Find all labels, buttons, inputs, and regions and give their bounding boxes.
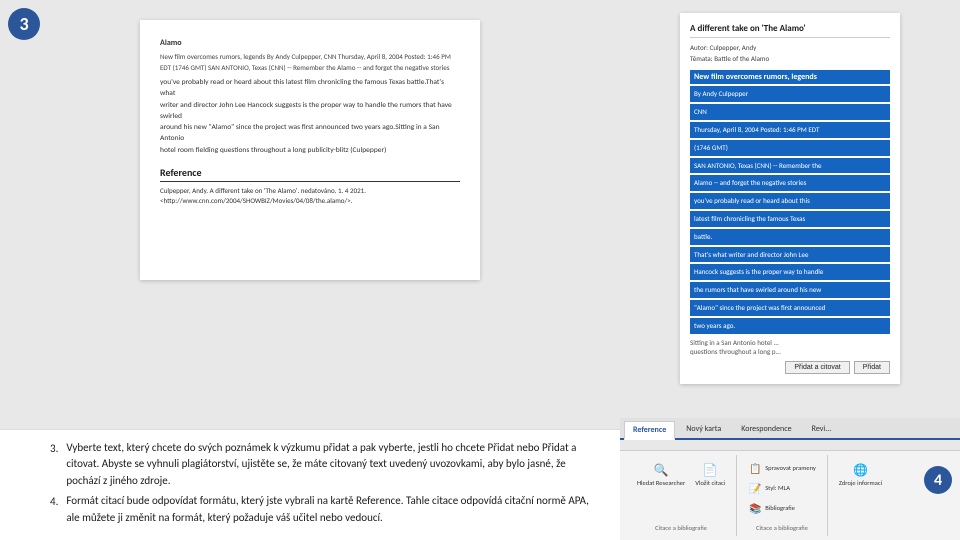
body-highlight9: "Alamo" since the project was first anno…: [690, 300, 890, 316]
source-card-title: A different take on 'The Alamo': [690, 23, 890, 38]
bibliografie-btn[interactable]: 📚 Bibliografie: [745, 499, 798, 517]
doc-body: you've probably read or heard about this…: [160, 77, 460, 156]
insert-citation-icon: 📄: [700, 461, 720, 479]
body-highlight6: That's what writer and director John Lee: [690, 247, 890, 263]
styl-btn[interactable]: 📝 Styl: MLA: [745, 479, 793, 497]
article-preview: New film overcomes rumors, legends By An…: [690, 70, 890, 374]
right-panel: A different take on 'The Alamo' Autor: C…: [620, 0, 960, 540]
body-highlight10: two years ago.: [690, 318, 890, 334]
hledat-btn[interactable]: 🔍 Hledat Researcher: [634, 459, 688, 489]
group1-label: Citace a bibliografie: [655, 524, 707, 532]
ribbon-group1: 🔍 Hledat Researcher 📄 Vložit citaci Cita…: [626, 455, 737, 536]
doc-title: Alamo: [160, 38, 460, 49]
tab-nova-karta[interactable]: Nový karta: [677, 420, 730, 438]
body-highlight7: Hancock suggests is the proper way to ha…: [690, 264, 890, 280]
reference-section: Reference Culpepper, Andy. A different t…: [160, 166, 460, 207]
left-panel: 3 Alamo New film overcomes rumors, legen…: [0, 0, 620, 540]
body-highlight3: you've probably read or heard about this: [690, 193, 890, 209]
byline-highlight1: By Andy Culpepper: [690, 86, 890, 102]
ribbon-group2: 📋 Spravovat prameny 📝 Styl: MLA 📚 Biblio…: [737, 455, 828, 536]
vlozit-btn[interactable]: 📄 Vložit citaci: [692, 459, 728, 489]
byline-highlight4: (1746 GMT): [690, 140, 890, 156]
item4-text: Formát citací bude odpovídat formátu, kt…: [66, 493, 600, 526]
sources-info-icon: 🌐: [850, 461, 870, 479]
instructions-area: 3. Vyberte text, který chcete do svých p…: [0, 429, 620, 540]
reference-heading: Reference: [160, 166, 460, 182]
group2-label: Citace a bibliografie: [756, 524, 808, 532]
item3-num: 3.: [50, 440, 58, 490]
zdroje-btn[interactable]: 🌐 Zdroje informací: [836, 459, 885, 489]
add-cite-button[interactable]: Přidat a citovat: [785, 361, 849, 374]
bibliography-icon: 📚: [748, 501, 762, 515]
byline-highlight2: CNN: [690, 104, 890, 120]
instruction-item3: 3. Vyberte text, který chcete do svých p…: [50, 440, 600, 490]
tab-korespondence[interactable]: Korespondence: [732, 420, 800, 438]
doc-meta1: New film overcomes rumors, legends By An…: [160, 52, 460, 73]
ribbon-container: Reference Nový karta Korespondence Revi.…: [620, 440, 960, 540]
step4-badge: 4: [924, 466, 952, 494]
byline-highlight3: Thursday, April 8, 2004 Posted: 1:46 PM …: [690, 122, 890, 138]
tab-revi[interactable]: Revi...: [803, 420, 841, 438]
manage-sources-icon: 📋: [748, 461, 762, 475]
source-meta: Autor: Culpepper, Andy Témata: Battle of…: [690, 42, 890, 64]
tab-reference[interactable]: Reference: [624, 421, 675, 440]
body-highlight1: SAN ANTONIO, Texas (CNN) -- Remember the: [690, 158, 890, 174]
search-researcher-icon: 🔍: [651, 461, 671, 479]
body-highlight2: Alamo -- and forget the negative stories: [690, 175, 890, 191]
faded-text: Sitting in a San Antonio hotel ... quest…: [690, 338, 890, 358]
body-highlight8: the rumors that have swirled around his …: [690, 282, 890, 298]
ribbon-btn-row1: 🔍 Hledat Researcher 📄 Vložit citaci: [634, 459, 728, 489]
step3-badge: 3: [8, 8, 40, 40]
main-container: 3 Alamo New film overcomes rumors, legen…: [0, 0, 960, 540]
body-highlight5: battle.: [690, 229, 890, 245]
item3-text: Vyberte text, který chcete do svých pozn…: [66, 440, 600, 490]
article-heading-highlight: New film overcomes rumors, legends: [690, 70, 890, 84]
item4-num: 4.: [50, 493, 58, 526]
ribbon-tab-bar: Reference Nový karta Korespondence Revi.…: [620, 418, 960, 440]
reference-text: Culpepper, Andy. A different take on 'Th…: [160, 186, 460, 207]
popup-buttons: Přidat a citovat Přidat: [690, 361, 890, 374]
instruction-item4: 4. Formát citací bude odpovídat formátu,…: [50, 493, 600, 526]
style-icon: 📝: [748, 481, 762, 495]
document-paper: Alamo New film overcomes rumors, legends…: [140, 20, 480, 280]
ribbon-area: 🔍 Hledat Researcher 📄 Vložit citaci Cita…: [620, 450, 960, 540]
ribbon-group3: 🌐 Zdroje informací: [828, 455, 893, 536]
spravit-btn[interactable]: 📋 Spravovat prameny: [745, 459, 819, 477]
source-card: A different take on 'The Alamo' Autor: C…: [680, 13, 900, 384]
body-highlight4: latest film chronicling the famous Texas: [690, 211, 890, 227]
add-button[interactable]: Přidat: [854, 361, 890, 374]
